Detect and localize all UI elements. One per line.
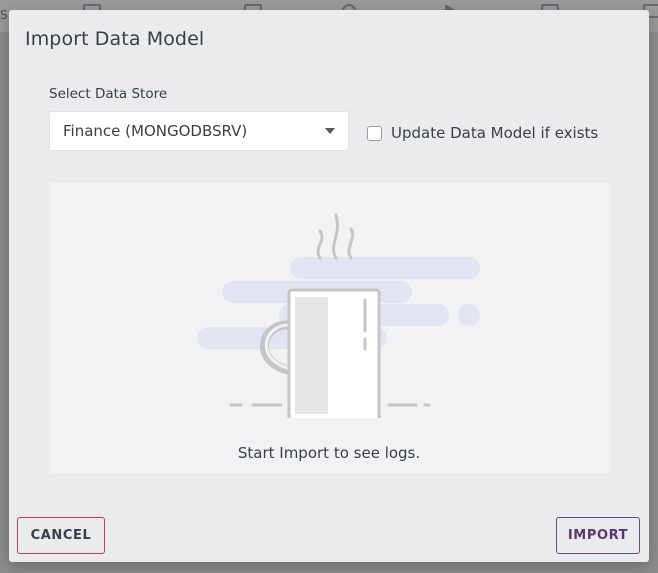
empty-log-message: Start Import to see logs. [237,444,421,462]
data-store-label: Select Data Store [49,86,168,102]
import-button[interactable]: IMPORT [556,517,640,554]
update-data-model-label[interactable]: Update Data Model if exists [391,124,598,142]
import-log-panel: Start Import to see logs. [49,183,609,473]
dialog-title: Import Data Model [25,28,205,50]
caret-down-icon [325,128,335,134]
import-data-model-dialog: Import Data Model Select Data Store Fina… [9,10,649,562]
data-store-selected-value: Finance (MONGODBSRV) [63,122,248,140]
cancel-button[interactable]: CANCEL [17,517,105,554]
data-store-select[interactable]: Finance (MONGODBSRV) [49,111,349,151]
update-data-model-checkbox[interactable] [367,126,382,141]
coffee-mug-icon [197,213,480,418]
background-text: S [0,8,8,22]
